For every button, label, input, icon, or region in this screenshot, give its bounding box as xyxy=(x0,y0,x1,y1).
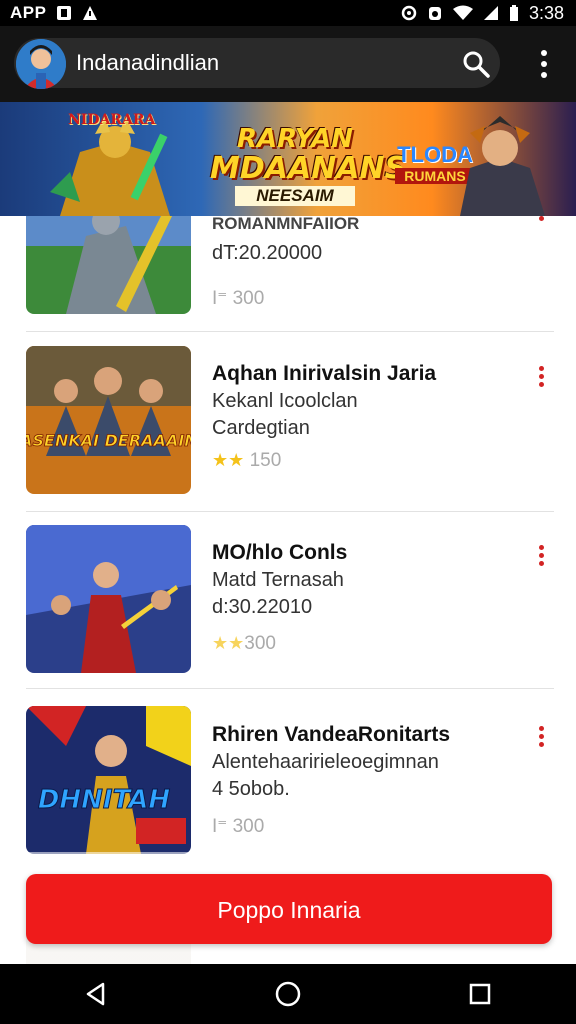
sword-hero-art xyxy=(26,525,191,673)
game-rating: ★★300 xyxy=(212,633,276,654)
rating-icon: I⁼ xyxy=(212,816,233,837)
game-developer: Kekanl Icoolclan xyxy=(212,390,358,412)
game-rating: ★★ 150 xyxy=(212,450,282,471)
game-developer: Matd Ternasah xyxy=(212,569,344,591)
game-title: MO/hlo Conls xyxy=(212,541,348,564)
rating-icon: I⁼ xyxy=(212,288,233,309)
battery-icon xyxy=(509,5,518,21)
game-rating: I⁼ 300 xyxy=(212,816,265,837)
app-bar: Indanadindlian xyxy=(0,26,576,102)
star-icon: ★★ xyxy=(212,450,245,470)
status-bar: APP 3:38 xyxy=(0,0,576,26)
banner-logo-line2: MDAANANS xyxy=(210,151,407,186)
item-more-icon[interactable] xyxy=(535,366,547,387)
masked-hero-illustration xyxy=(460,116,545,216)
star-icon: ★★ xyxy=(212,633,245,653)
search-bar[interactable]: Indanadindlian xyxy=(14,38,500,89)
game-thumbnail[interactable] xyxy=(26,525,191,673)
svg-text:DASENKAI DERAAAINS: DASENKAI DERAAAINS xyxy=(26,431,191,450)
game-thumbnail[interactable] xyxy=(26,216,191,314)
banner-sign-left: NIDARARA xyxy=(68,112,156,128)
avatar[interactable] xyxy=(16,39,66,89)
game-title: Aqhan Inirivalsin Jaria xyxy=(212,362,437,385)
game-detail: 4 5obob. xyxy=(212,778,290,800)
game-thumbnail[interactable]: DASENKAI DERAAAINS xyxy=(26,346,191,494)
game-developer: Alentehaaririeleoegimnan xyxy=(212,751,439,773)
warrior-art xyxy=(26,216,191,314)
game-detail: d:30.22010 xyxy=(212,596,313,618)
game-detail: dT:20.20000 xyxy=(212,242,323,264)
wifi-icon xyxy=(452,5,473,20)
status-time: 3:38 xyxy=(528,2,564,23)
warning-icon xyxy=(83,6,98,20)
divider xyxy=(26,511,554,512)
divider xyxy=(26,688,554,689)
app-title: Indanadindlian xyxy=(76,50,220,75)
more-vert-icon[interactable] xyxy=(530,42,558,86)
heroes-group-art: DASENKAI DERAAAINS xyxy=(26,346,191,494)
search-icon[interactable] xyxy=(462,50,490,78)
game-title: ROMANMNFAIIOR xyxy=(212,216,360,233)
game-rating: I⁼ 300 xyxy=(212,288,265,309)
comic-hero-art: DHNITAH xyxy=(26,706,191,854)
system-nav-bar xyxy=(0,964,576,1024)
item-more-icon[interactable] xyxy=(535,545,547,566)
recents-icon[interactable] xyxy=(460,974,500,1014)
banner-logo-sub: NEESAIM xyxy=(235,186,355,206)
banner-logo-line1: RARYAN xyxy=(237,124,353,154)
notification-box-icon xyxy=(57,6,72,20)
game-title: Rhiren VandeaRonitarts xyxy=(212,723,451,746)
gear-status-icon xyxy=(401,5,417,21)
item-more-icon[interactable] xyxy=(535,216,547,221)
divider xyxy=(26,331,554,332)
game-category: Cardegtian xyxy=(212,417,310,439)
back-icon[interactable] xyxy=(76,974,116,1014)
status-app-label: APP xyxy=(10,3,47,22)
game-thumbnail[interactable]: DHNITAH xyxy=(26,706,191,854)
item-more-icon[interactable] xyxy=(535,726,547,747)
alarm-icon xyxy=(428,7,441,20)
primary-cta-button[interactable]: Poppo Innaria xyxy=(26,874,552,944)
svg-text:DHNITAH: DHNITAH xyxy=(38,785,171,815)
banner-logo: RARYAN MDAANANS NEESAIM xyxy=(210,124,407,206)
signal-icon xyxy=(483,6,498,20)
home-icon[interactable] xyxy=(268,974,308,1014)
avatar-image xyxy=(16,39,66,89)
promo-banner[interactable]: NIDARARA RARYAN MDAANANS NEESAIM TLODA R… xyxy=(0,102,576,216)
